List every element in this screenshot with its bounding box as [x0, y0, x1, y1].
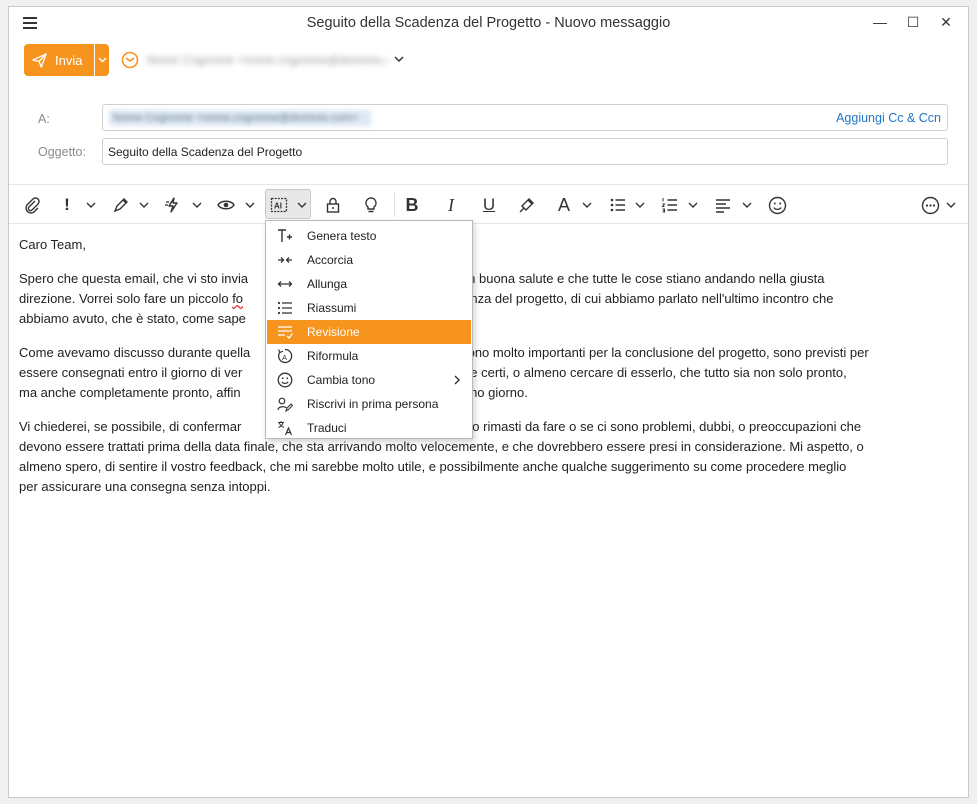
shorten-icon	[278, 257, 292, 263]
translate-icon	[278, 421, 293, 436]
ai-assistant-icon[interactable]: AI	[268, 194, 290, 216]
from-account[interactable]: Nome Cognome <nome.cognome@dominio.com>	[147, 53, 387, 67]
svg-text:A: A	[282, 353, 287, 362]
close-button[interactable]: ✕	[931, 11, 961, 33]
subject-label: Oggetto:	[38, 145, 86, 159]
more-chevron-icon[interactable]	[946, 200, 956, 210]
svg-text:AI: AI	[274, 202, 282, 211]
from-chevron-down-icon[interactable]	[393, 53, 405, 65]
numbered-list-icon[interactable]	[659, 194, 681, 216]
align-icon[interactable]	[712, 194, 734, 216]
rephrase-icon: A	[277, 348, 293, 364]
numbered-list-chevron-icon[interactable]	[688, 200, 698, 210]
menu-item-accorcia[interactable]: Accorcia	[267, 248, 471, 272]
emoji-icon[interactable]	[766, 194, 788, 216]
lightbulb-icon[interactable]	[360, 194, 382, 216]
add-cc-bcc-link[interactable]: Aggiungi Cc & Ccn	[836, 111, 941, 125]
menu-item-traduci[interactable]: Traduci	[267, 416, 471, 440]
title-bar: Seguito della Scadenza del Progetto - Nu…	[9, 7, 968, 39]
body-paragraph-3: Vi chiederei, se possibile, di confermar…	[19, 419, 864, 494]
menu-item-allunga[interactable]: Allunga	[267, 272, 471, 296]
account-mail-icon	[121, 51, 139, 69]
signature-pen-icon[interactable]	[110, 194, 132, 216]
menu-item-riscrivi-prima-persona[interactable]: Riscrivi in prima persona	[267, 392, 471, 416]
ai-assistant-chevron-icon[interactable]	[297, 200, 307, 210]
bold-icon[interactable]: B	[401, 194, 423, 216]
review-icon	[278, 326, 293, 339]
bullet-list-icon[interactable]	[607, 194, 629, 216]
underline-icon[interactable]: U	[478, 194, 500, 216]
eye-icon[interactable]	[215, 194, 237, 216]
compose-window: Seguito della Scadenza del Progetto - Nu…	[8, 6, 969, 798]
menu-item-genera-testo[interactable]: Genera testo	[267, 224, 471, 248]
align-chevron-icon[interactable]	[742, 200, 752, 210]
font-color-icon[interactable]: A	[554, 194, 574, 216]
eye-chevron-icon[interactable]	[245, 200, 255, 210]
quick-actions-icon[interactable]	[162, 194, 184, 216]
body-paragraph-2: Come avevamo discusso durante quella e so…	[19, 345, 869, 400]
italic-icon[interactable]: I	[440, 194, 462, 216]
ai-assistant-menu: Genera testo Accorcia Allunga Riassumi R…	[265, 220, 473, 439]
format-painter-icon[interactable]	[516, 194, 538, 216]
subject-value: Seguito della Scadenza del Progetto	[108, 145, 303, 159]
menu-item-riformula[interactable]: A Riformula	[267, 344, 471, 368]
smiley-icon	[277, 372, 293, 388]
paperclip-icon[interactable]	[21, 194, 43, 216]
menu-item-cambia-tono[interactable]: Cambia tono	[267, 368, 471, 392]
submenu-arrow-icon	[454, 375, 460, 385]
lengthen-icon	[277, 281, 293, 287]
more-icon[interactable]	[919, 194, 941, 216]
recipient-chip[interactable]: Nome Cognome <nome.cognome@dominio.com>	[109, 110, 371, 126]
signature-chevron-icon[interactable]	[139, 200, 149, 210]
menu-item-riassumi[interactable]: Riassumi	[267, 296, 471, 320]
greeting: Caro Team,	[19, 237, 86, 252]
message-body[interactable]: Caro Team, Spero che questa email, che v…	[19, 235, 949, 511]
subject-field[interactable]: Seguito della Scadenza del Progetto	[102, 138, 948, 165]
chevron-down-icon	[97, 57, 107, 63]
to-label: A:	[38, 112, 50, 126]
toolbar-separator	[394, 193, 395, 217]
summarize-icon	[277, 301, 292, 315]
formatting-toolbar: ! AI B I U A	[9, 184, 968, 224]
font-color-chevron-icon[interactable]	[582, 200, 592, 210]
minimize-button[interactable]: —	[865, 11, 895, 33]
send-button[interactable]: Invia	[24, 44, 94, 76]
bullet-list-chevron-icon[interactable]	[635, 200, 645, 210]
send-options-button[interactable]	[95, 44, 109, 76]
window-title: Seguito della Scadenza del Progetto - Nu…	[306, 15, 671, 31]
menu-item-revisione[interactable]: Revisione	[267, 320, 471, 344]
priority-chevron-icon[interactable]	[86, 200, 96, 210]
generate-text-icon	[278, 229, 292, 242]
send-label: Invia	[55, 52, 83, 68]
body-paragraph-1: Spero che questa email, che vi sto invia…	[19, 271, 834, 326]
lock-icon[interactable]	[322, 194, 344, 216]
to-field[interactable]: Nome Cognome <nome.cognome@dominio.com> …	[102, 104, 948, 131]
rewrite-icon	[277, 397, 293, 412]
maximize-button[interactable]: ☐	[898, 11, 928, 33]
priority-icon[interactable]: !	[59, 194, 75, 216]
quick-actions-chevron-icon[interactable]	[192, 200, 202, 210]
send-icon	[32, 52, 47, 68]
